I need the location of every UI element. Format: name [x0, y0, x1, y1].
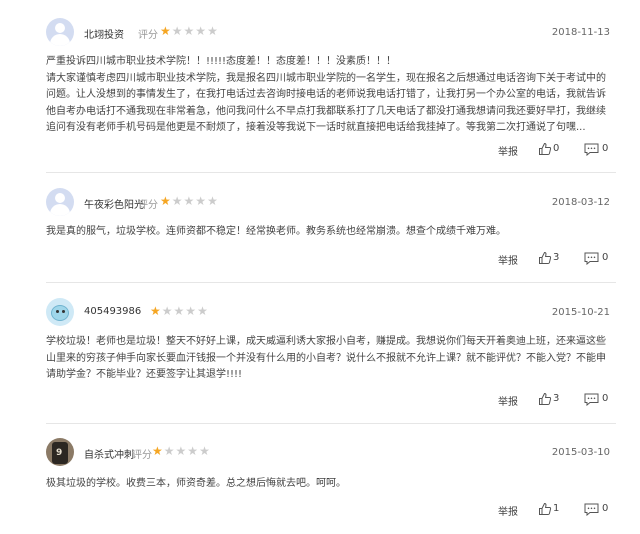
comment-count: 0 [602, 143, 609, 154]
star-empty-icon: ★ [197, 304, 209, 318]
review-date: 2015-10-21 [551, 307, 610, 318]
star-filled-icon: ★ [152, 444, 164, 458]
star-empty-icon: ★ [175, 444, 188, 458]
review-username[interactable]: 405493986 [84, 306, 141, 317]
star-rating: ★★★★★ [160, 24, 219, 38]
comment-button[interactable]: 0 [584, 251, 610, 267]
star-empty-icon: ★ [207, 194, 219, 208]
comment-icon [584, 143, 599, 156]
comment-count: 0 [602, 252, 609, 263]
like-count: 0 [553, 143, 560, 154]
star-empty-icon: ★ [171, 194, 184, 208]
thumbs-up-icon [539, 142, 552, 155]
review-date: 2018-11-13 [551, 27, 610, 38]
default-avatar-icon[interactable] [46, 18, 74, 46]
report-button[interactable]: 举报 [498, 393, 518, 408]
star-filled-icon: ★ [150, 304, 162, 318]
star-rating: ★★★★★ [152, 444, 211, 458]
review-text: 学校垃圾！老师也是垃圾！整天不好好上课，成天威逼利诱大家报小自考，赚提成。我想说… [46, 336, 606, 380]
like-button[interactable]: 3 [538, 251, 562, 267]
star-rating: ★★★★★ [160, 194, 219, 208]
comment-icon [584, 393, 599, 406]
comment-count: 0 [602, 503, 609, 514]
rating-label: 评分 [132, 450, 152, 461]
like-count: 1 [553, 503, 560, 514]
star-empty-icon: ★ [195, 194, 208, 208]
star-empty-icon: ★ [185, 304, 198, 318]
comment-button[interactable]: 0 [584, 142, 610, 158]
star-rating: ★★★★★ [150, 304, 209, 318]
report-button[interactable]: 举报 [498, 503, 518, 518]
star-empty-icon: ★ [171, 24, 184, 38]
star-empty-icon: ★ [183, 194, 196, 208]
star-empty-icon: ★ [163, 444, 176, 458]
comment-button[interactable]: 0 [584, 392, 610, 408]
star-empty-icon: ★ [173, 304, 186, 318]
star-empty-icon: ★ [207, 24, 219, 38]
like-count: 3 [553, 393, 560, 404]
review-text: 严重投诉四川城市职业技术学院！！!!!!!态度差！！态度差！！！没素质！！！ 请… [46, 56, 606, 133]
comment-button[interactable]: 0 [584, 502, 610, 518]
star-empty-icon: ★ [195, 24, 208, 38]
divider [46, 423, 616, 424]
review-username[interactable]: 午夜彩色阳光 [84, 196, 144, 211]
like-button[interactable]: 1 [538, 502, 562, 518]
star-filled-icon: ★ [160, 24, 172, 38]
review-username[interactable]: 自杀式冲刺 [84, 446, 134, 461]
review-text: 我是真的服气，垃圾学校。连师资都不稳定！经常换老师。教务系统也经常崩溃。想查个成… [46, 226, 506, 237]
comment-icon [584, 252, 599, 265]
review-date: 2015-03-10 [551, 447, 610, 458]
comment-icon [584, 503, 599, 516]
like-count: 3 [553, 252, 560, 263]
thumbs-up-icon [539, 251, 552, 264]
report-button[interactable]: 举报 [498, 143, 518, 158]
star-empty-icon: ★ [161, 304, 174, 318]
thumbs-up-icon [539, 502, 552, 515]
comment-count: 0 [602, 393, 609, 404]
like-button[interactable]: 0 [538, 142, 562, 158]
thumbs-up-icon [539, 392, 552, 405]
rating-label: 评分 [138, 30, 158, 41]
divider [46, 172, 616, 173]
star-empty-icon: ★ [183, 24, 196, 38]
rating-label: 评分 [138, 200, 158, 211]
star-empty-icon: ★ [199, 444, 211, 458]
star-filled-icon: ★ [160, 194, 172, 208]
review-date: 2018-03-12 [551, 197, 610, 208]
report-button[interactable]: 举报 [498, 252, 518, 267]
default-avatar-icon[interactable] [46, 188, 74, 216]
review-username[interactable]: 北翊投资 [84, 26, 124, 41]
cartoon-avatar-icon[interactable] [46, 298, 74, 326]
review-text: 极其垃圾的学校。收费三本，师资奇差。总之想后悔就去吧。呵呵。 [46, 478, 346, 489]
divider [46, 282, 616, 283]
photo-avatar-icon[interactable]: 9 [46, 438, 74, 466]
like-button[interactable]: 3 [538, 392, 562, 408]
star-empty-icon: ★ [187, 444, 200, 458]
